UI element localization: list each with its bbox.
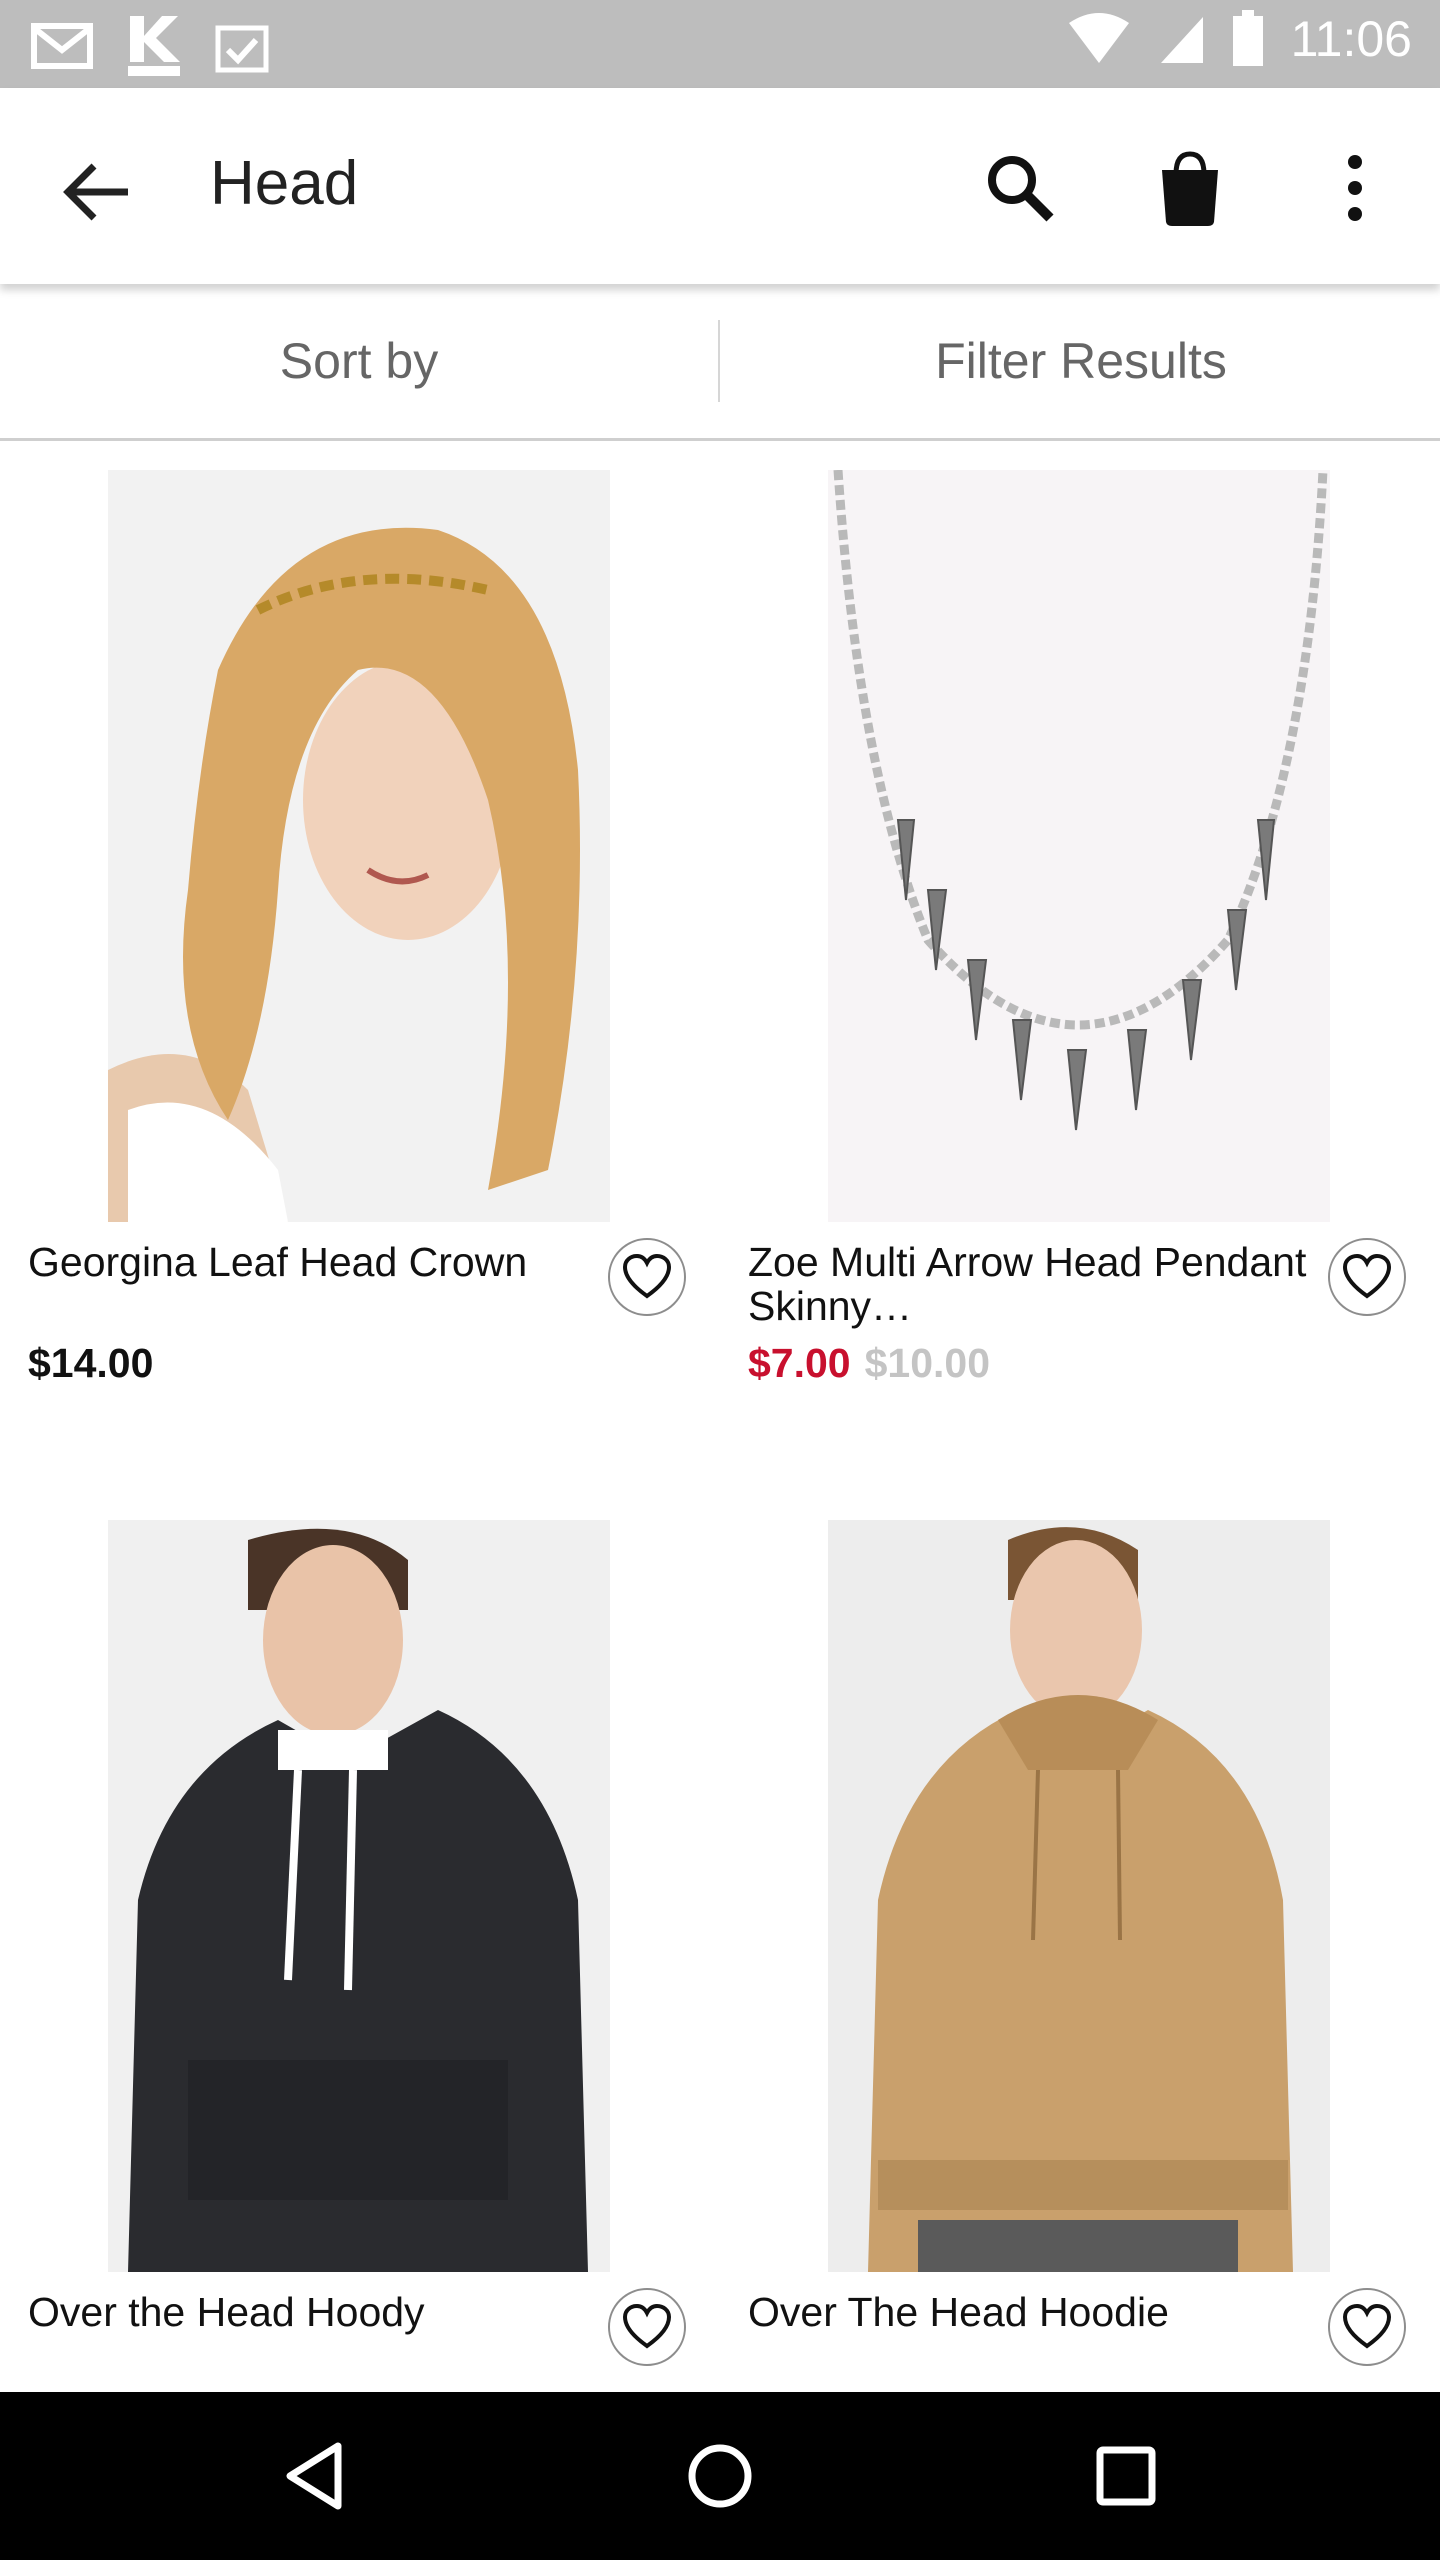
wishlist-button[interactable] xyxy=(1328,2288,1406,2366)
product-card[interactable]: Over the Head Hoody xyxy=(0,1520,720,2392)
nav-home-button[interactable] xyxy=(680,2436,760,2516)
product-price-row: $14.00 xyxy=(28,1340,153,1387)
product-name[interactable]: Georgina Leaf Head Crown xyxy=(28,1240,588,1284)
product-name[interactable]: Over the Head Hoody xyxy=(28,2290,588,2334)
search-button[interactable] xyxy=(980,148,1060,228)
wishlist-button[interactable] xyxy=(1328,1238,1406,1316)
home-circle-icon xyxy=(688,2444,752,2508)
nav-recents-button[interactable] xyxy=(1086,2436,1166,2516)
system-indicators: 11:06 xyxy=(1067,10,1412,68)
product-price-row: $7.00 $10.00 xyxy=(748,1340,990,1387)
cell-signal-icon xyxy=(1160,17,1203,63)
sort-filter-bar: Sort by Filter Results xyxy=(0,284,1440,441)
heart-icon xyxy=(1342,1254,1392,1299)
more-vert-icon xyxy=(1348,155,1362,221)
shopping-bag-icon xyxy=(1162,151,1218,226)
product-name[interactable]: Over The Head Hoodie xyxy=(748,2290,1308,2334)
shopping-bag-button[interactable] xyxy=(1150,146,1230,230)
app-bar: Head xyxy=(0,88,1440,284)
sort-by-button[interactable]: Sort by xyxy=(0,284,718,438)
product-card[interactable]: Over The Head Hoodie xyxy=(720,1520,1440,2392)
product-card[interactable]: Zoe Multi Arrow Head Pendant Skinny… $7.… xyxy=(720,470,1440,1410)
heart-icon xyxy=(622,2304,672,2349)
back-triangle-icon xyxy=(286,2442,342,2510)
more-options-button[interactable] xyxy=(1325,148,1385,228)
product-image[interactable] xyxy=(828,1520,1330,2272)
back-arrow-icon xyxy=(63,163,128,221)
product-image[interactable] xyxy=(828,470,1330,1222)
notification-icons xyxy=(30,14,270,78)
product-image[interactable] xyxy=(108,1520,610,2272)
product-name[interactable]: Zoe Multi Arrow Head Pendant Skinny… xyxy=(748,1240,1308,1328)
battery-icon xyxy=(1232,10,1263,66)
recents-square-icon xyxy=(1096,2446,1156,2506)
wifi-icon xyxy=(1068,13,1129,63)
system-nav-bar xyxy=(0,2392,1440,2560)
status-bar: 11:06 xyxy=(0,0,1440,88)
kmart-icon xyxy=(128,16,180,76)
product-card[interactable]: Georgina Leaf Head Crown $14.00 xyxy=(0,470,720,1410)
product-price: $14.00 xyxy=(28,1340,154,1386)
nav-back-button[interactable] xyxy=(276,2436,356,2516)
heart-icon xyxy=(1342,2304,1392,2349)
wishlist-button[interactable] xyxy=(608,2288,686,2366)
status-time: 11:06 xyxy=(1290,11,1412,67)
gmail-icon xyxy=(31,23,93,69)
back-button[interactable] xyxy=(58,152,138,232)
product-image[interactable] xyxy=(108,470,610,1222)
search-icon xyxy=(988,156,1054,222)
sale-price: $7.00 xyxy=(748,1340,851,1386)
divider xyxy=(718,320,720,402)
heart-icon xyxy=(622,1254,672,1299)
original-price: $10.00 xyxy=(864,1340,991,1386)
page-title: Head xyxy=(210,149,359,218)
wishlist-button[interactable] xyxy=(608,1238,686,1316)
filter-results-button[interactable]: Filter Results xyxy=(722,284,1440,438)
calendar-check-icon xyxy=(215,25,269,73)
